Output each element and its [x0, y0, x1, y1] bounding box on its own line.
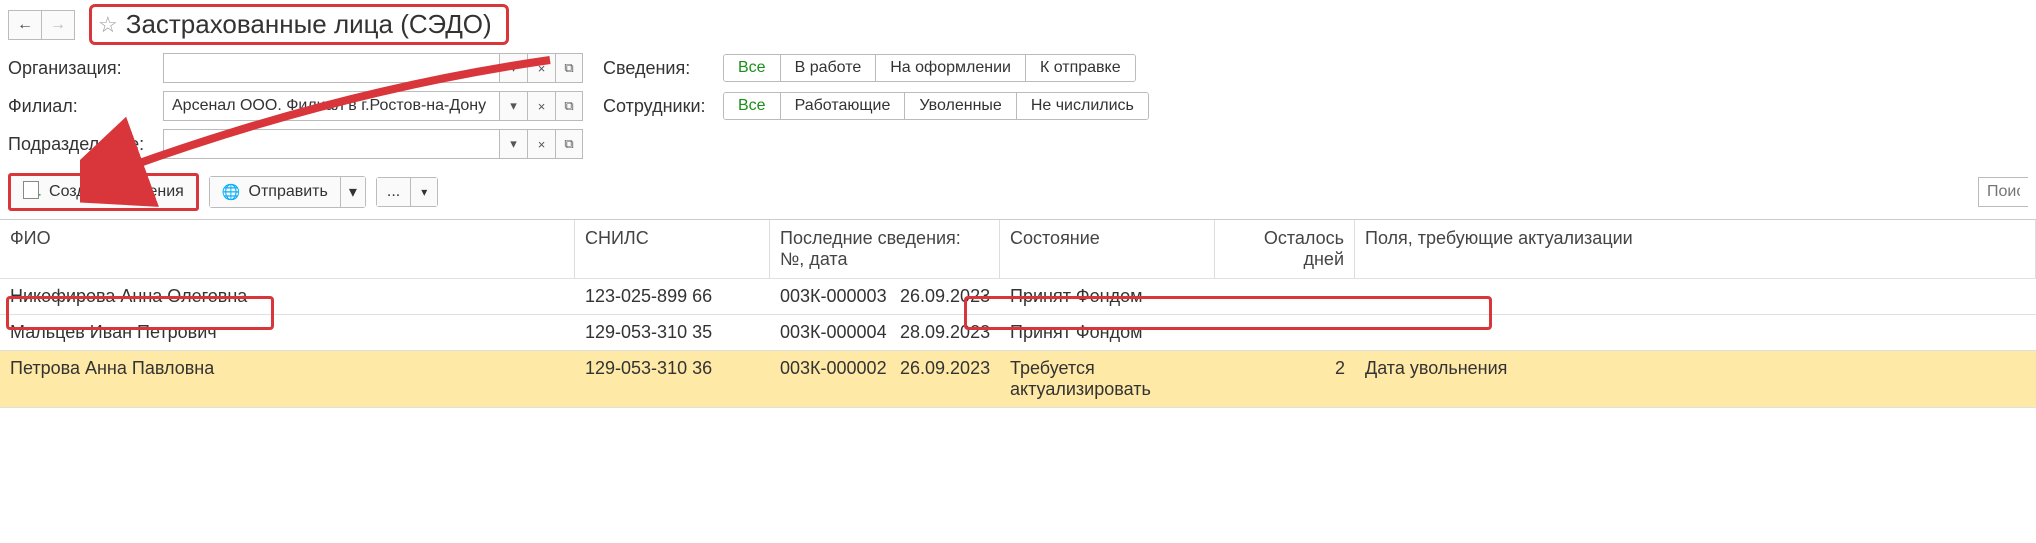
nav-forward-button[interactable]: →: [41, 10, 75, 40]
cell-snils: 129-053-310 36: [575, 351, 770, 407]
cell-last-date: 28.09.2023: [890, 315, 1000, 350]
col-state[interactable]: Состояние: [1000, 220, 1215, 278]
cell-days: [1215, 315, 1355, 350]
info-opt-tosend[interactable]: К отправке: [1026, 55, 1135, 81]
cell-days: 2: [1215, 351, 1355, 407]
col-days[interactable]: Осталось дней: [1215, 220, 1355, 278]
page-title: Застрахованные лица (СЭДО): [126, 9, 492, 40]
table-row[interactable]: Мальцев Иван Петрович129-053-310 35003К-…: [0, 315, 2036, 351]
cell-fields: [1355, 315, 2036, 350]
cell-snils: 123-025-899 66: [575, 279, 770, 314]
more-button[interactable]: ...: [377, 178, 411, 206]
col-fields[interactable]: Поля, требующие актуализации: [1355, 220, 2036, 278]
department-open-icon[interactable]: ⧉: [555, 129, 583, 159]
organization-input[interactable]: [163, 53, 499, 83]
insured-table: ФИО СНИЛС Последние сведения: №, дата Со…: [0, 219, 2036, 408]
more-dropdown-button[interactable]: ▾: [411, 178, 437, 206]
cell-days: [1215, 279, 1355, 314]
branch-dropdown-icon[interactable]: ▾: [499, 91, 527, 121]
branch-open-icon[interactable]: ⧉: [555, 91, 583, 121]
cell-state: Принят Фондом: [1000, 315, 1215, 350]
department-input[interactable]: [163, 129, 499, 159]
emp-opt-working[interactable]: Работающие: [781, 93, 906, 119]
create-info-button[interactable]: + Создать сведения: [8, 173, 199, 211]
col-fio[interactable]: ФИО: [0, 220, 575, 278]
organization-clear-icon[interactable]: ×: [527, 53, 555, 83]
cell-last-number: 003К-000004: [770, 315, 890, 350]
cell-last-number: 003К-000003: [770, 279, 890, 314]
create-info-label: Создать сведения: [49, 183, 184, 201]
department-label: Подразделение:: [8, 134, 163, 155]
page-title-highlight: ☆ Застрахованные лица (СЭДО): [89, 4, 509, 45]
cell-fio: Петрова Анна Павловна: [0, 351, 575, 407]
branch-label: Филиал:: [8, 96, 163, 117]
cell-snils: 129-053-310 35: [575, 315, 770, 350]
emp-opt-notlisted[interactable]: Не числились: [1017, 93, 1148, 119]
favorite-star-icon[interactable]: ☆: [98, 12, 118, 38]
cell-last-date: 26.09.2023: [890, 279, 1000, 314]
emp-opt-dismissed[interactable]: Уволенные: [905, 93, 1016, 119]
info-opt-inwork[interactable]: В работе: [781, 55, 877, 81]
info-segmented: Все В работе На оформлении К отправке: [723, 54, 1136, 82]
organization-label: Организация:: [8, 58, 163, 79]
department-clear-icon[interactable]: ×: [527, 129, 555, 159]
table-row[interactable]: Петрова Анна Павловна129-053-310 36003К-…: [0, 351, 2036, 408]
cell-fields: Дата увольнения: [1355, 351, 2036, 407]
send-label: Отправить: [249, 183, 328, 201]
new-document-icon: +: [23, 181, 41, 203]
search-input[interactable]: [1978, 177, 2028, 207]
info-opt-processing[interactable]: На оформлении: [876, 55, 1026, 81]
cell-fields: [1355, 279, 2036, 314]
organization-open-icon[interactable]: ⧉: [555, 53, 583, 83]
department-dropdown-icon[interactable]: ▾: [499, 129, 527, 159]
cell-last-number: 003К-000002: [770, 351, 890, 407]
table-row[interactable]: Никофирова Анна Олеговна123-025-899 6600…: [0, 279, 2036, 315]
col-last-info[interactable]: Последние сведения: №, дата: [770, 220, 1000, 278]
col-snils[interactable]: СНИЛС: [575, 220, 770, 278]
send-button[interactable]: 🌐 Отправить: [210, 177, 341, 207]
emp-opt-all[interactable]: Все: [724, 93, 781, 119]
cell-fio: Мальцев Иван Петрович: [0, 315, 575, 350]
cell-state: Принят Фондом: [1000, 279, 1215, 314]
cell-last-date: 26.09.2023: [890, 351, 1000, 407]
organization-dropdown-icon[interactable]: ▾: [499, 53, 527, 83]
employees-label: Сотрудники:: [603, 96, 713, 117]
info-opt-all[interactable]: Все: [724, 55, 781, 81]
employees-segmented: Все Работающие Уволенные Не числились: [723, 92, 1149, 120]
cell-fio: Никофирова Анна Олеговна: [0, 279, 575, 314]
branch-clear-icon[interactable]: ×: [527, 91, 555, 121]
info-label: Сведения:: [603, 58, 713, 79]
nav-back-button[interactable]: ←: [8, 10, 42, 40]
branch-input[interactable]: [163, 91, 499, 121]
globe-icon: 🌐: [222, 183, 241, 201]
cell-state: Требуется актуализировать: [1000, 351, 1215, 407]
table-header: ФИО СНИЛС Последние сведения: №, дата Со…: [0, 220, 2036, 279]
send-dropdown-button[interactable]: ▾: [341, 177, 365, 207]
